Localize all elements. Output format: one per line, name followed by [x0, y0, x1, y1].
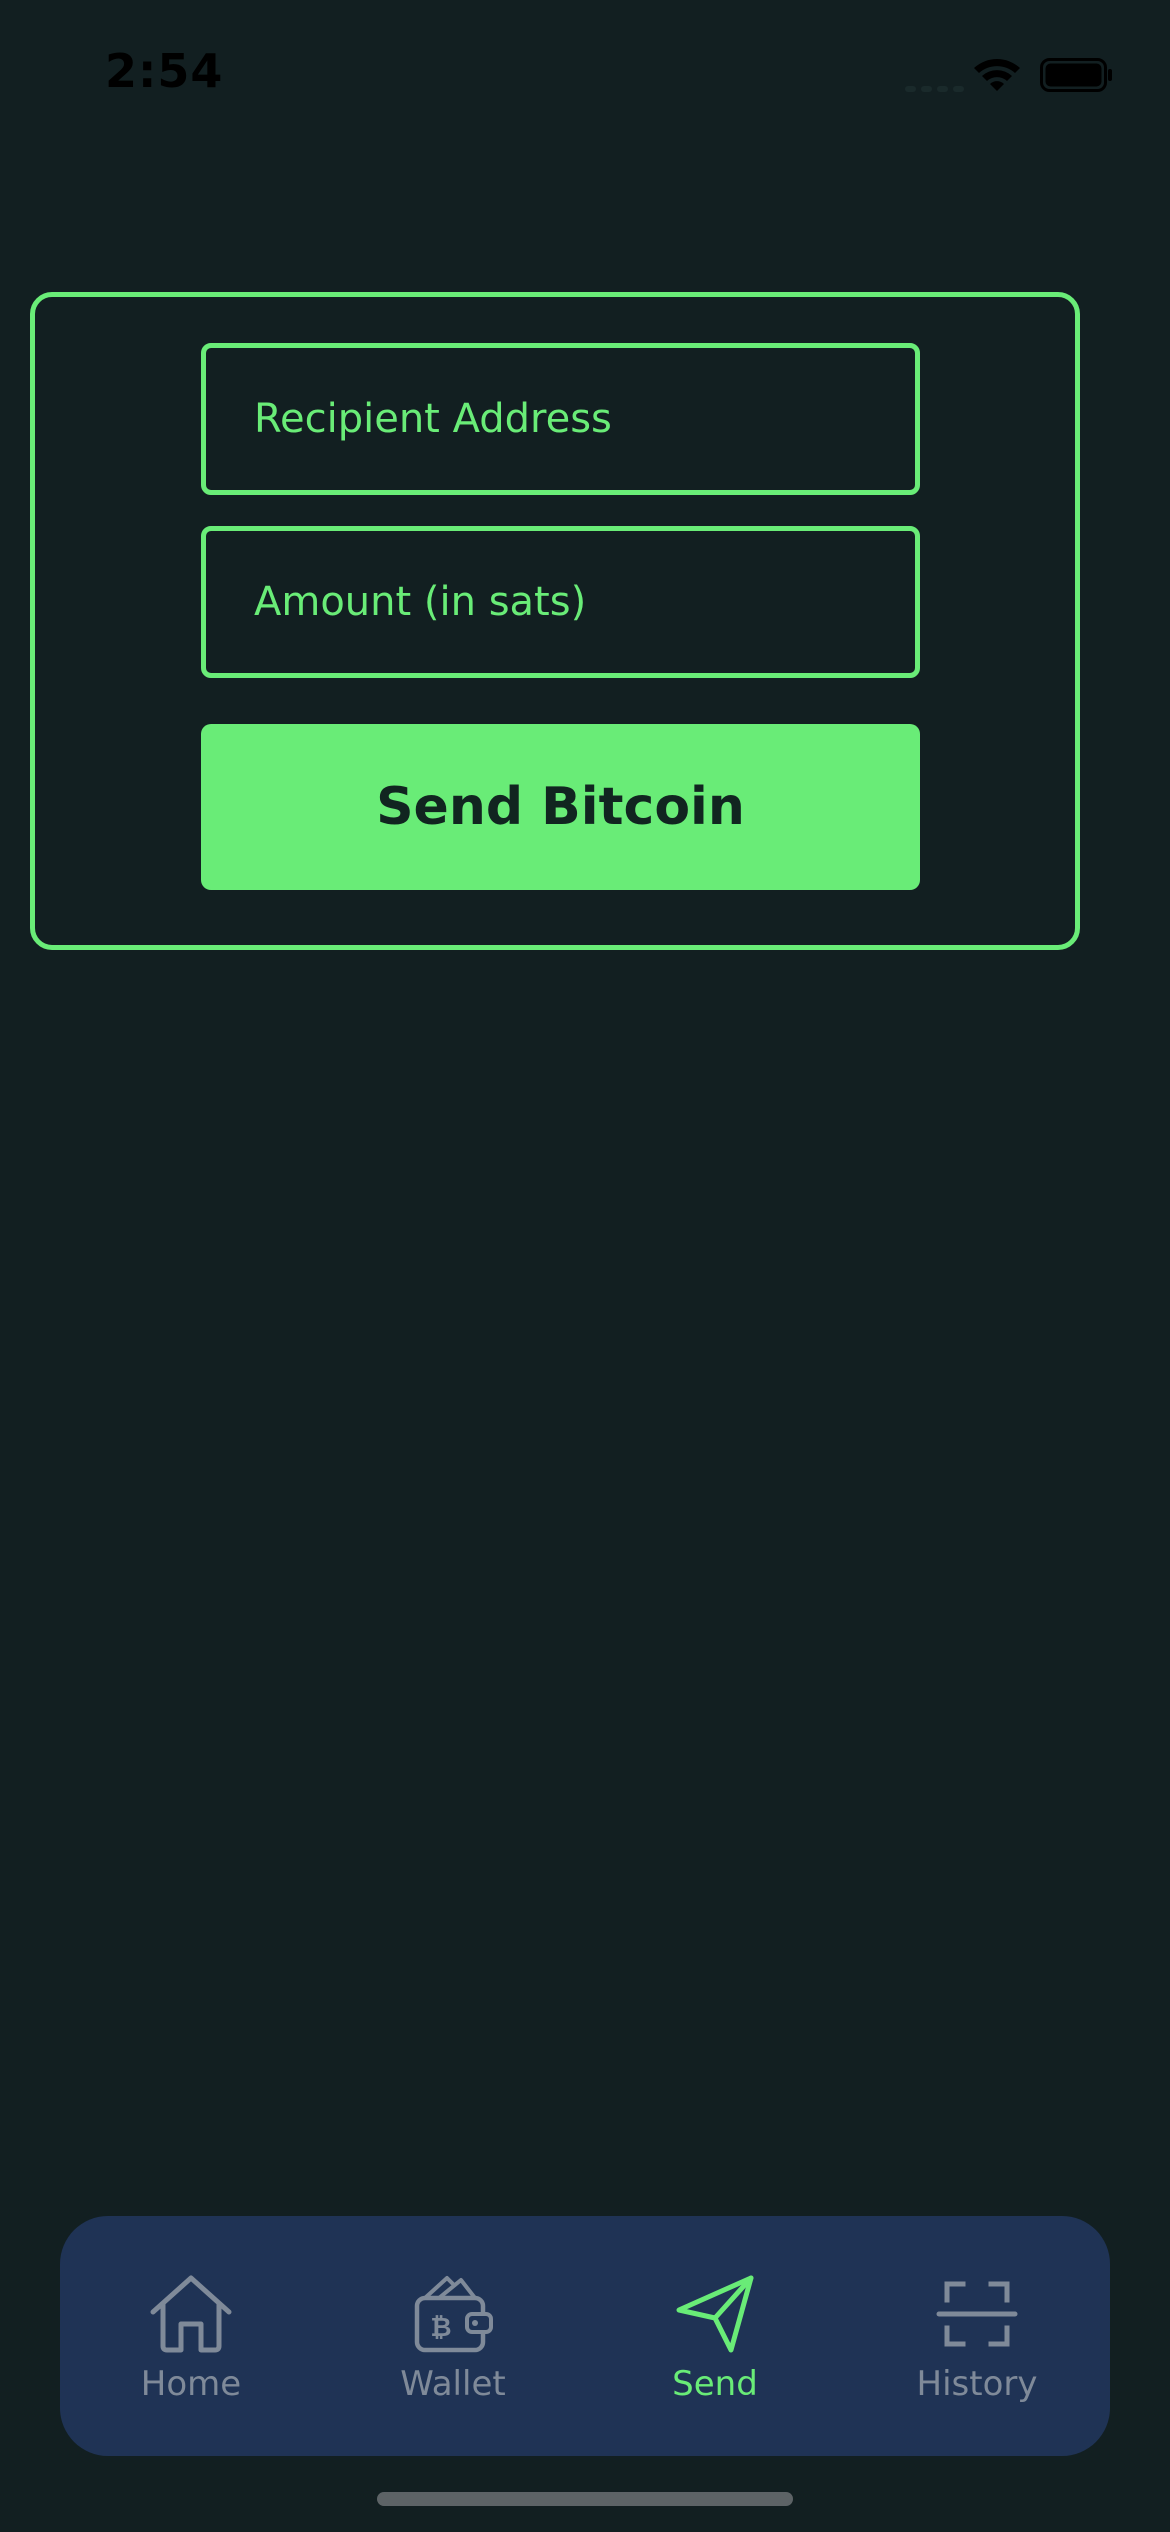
tab-history-label: History [916, 2364, 1038, 2404]
home-indicator [377, 2492, 793, 2506]
tab-home-label: Home [140, 2364, 242, 2404]
tab-wallet-label: Wallet [400, 2364, 506, 2404]
cellular-signal-icon [905, 86, 964, 92]
tab-send[interactable]: Send [584, 2216, 846, 2456]
send-icon [676, 2275, 754, 2353]
send-form-card: Send Bitcoin [30, 292, 1080, 950]
recipient-address-input[interactable] [201, 343, 920, 495]
send-bitcoin-button[interactable]: Send Bitcoin [201, 724, 920, 890]
home-icon [150, 2275, 232, 2353]
scan-icon [936, 2281, 1018, 2347]
amount-input[interactable] [201, 526, 920, 678]
bottom-tab-bar: Home ₿ Wallet Send History [60, 2216, 1110, 2456]
status-bar: 2:54 [0, 0, 1170, 150]
wifi-icon [974, 59, 1020, 91]
wallet-icon: ₿ [414, 2276, 493, 2353]
tab-home[interactable]: Home [60, 2216, 322, 2456]
tab-history[interactable]: History [846, 2216, 1108, 2456]
tab-wallet[interactable]: ₿ Wallet [322, 2216, 584, 2456]
svg-text:₿: ₿ [430, 2313, 451, 2343]
status-time: 2:54 [105, 44, 224, 98]
battery-icon [1040, 58, 1112, 92]
tab-send-label: Send [672, 2364, 758, 2404]
